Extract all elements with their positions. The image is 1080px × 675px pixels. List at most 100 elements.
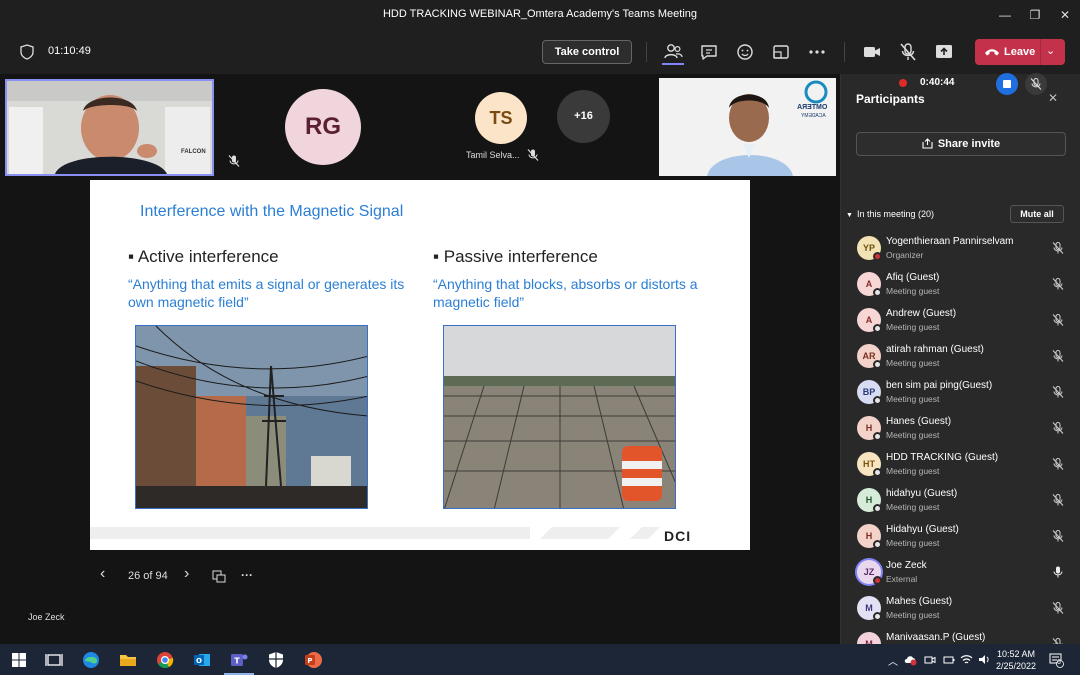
slide-more-icon[interactable]: ··· <box>241 568 253 582</box>
take-control-button[interactable]: Take control <box>542 40 632 64</box>
participant-row[interactable]: BP ben sim pai ping(Guest) Meeting guest <box>840 374 1080 410</box>
more-options-icon[interactable] <box>806 41 828 63</box>
camera-icon[interactable] <box>861 41 883 63</box>
chevron-down-icon[interactable]: ⌄ <box>1046 44 1055 57</box>
mic-off-icon[interactable] <box>1051 421 1065 435</box>
slide-bullet-passive-text: Passive interference <box>443 247 598 266</box>
participant-row[interactable]: YP Yogenthieraan Pannirselvam Organizer <box>840 230 1080 266</box>
windows-start-icon[interactable] <box>8 649 30 671</box>
powerpoint-icon[interactable]: P <box>302 649 324 671</box>
slide-bullet-active: ▪ Active interference <box>128 247 279 266</box>
close-panel-icon[interactable]: ✕ <box>1048 91 1058 105</box>
overflow-participants[interactable]: +16 <box>557 90 610 143</box>
wifi-icon[interactable] <box>960 653 973 666</box>
taskbar-clock[interactable]: 10:52 AM 2/25/2022 <box>996 648 1036 672</box>
battery-icon[interactable] <box>943 654 955 666</box>
participant-role: Meeting guest <box>886 502 940 512</box>
next-slide-icon[interactable]: › <box>184 566 189 582</box>
shield-icon[interactable] <box>20 44 34 60</box>
share-screen-icon[interactable] <box>933 41 955 63</box>
avatar-rg[interactable]: RG <box>285 89 361 165</box>
presence-status-icon <box>873 504 882 513</box>
participant-row[interactable]: AR atirah rahman (Guest) Meeting guest <box>840 338 1080 374</box>
dci-logo: DCI <box>664 528 692 544</box>
avatar-ts[interactable]: TS <box>475 92 527 144</box>
omtera-logo-text: OMTERA <box>797 104 828 111</box>
participant-role: Meeting guest <box>886 286 940 296</box>
mic-off-icon[interactable] <box>1051 493 1065 507</box>
shared-slide: Interference with the Magnetic Signal ▪ … <box>90 180 750 550</box>
mic-off-icon[interactable] <box>1051 637 1065 644</box>
participant-row[interactable]: A Afiq (Guest) Meeting guest <box>840 266 1080 302</box>
mic-off-icon[interactable] <box>1051 529 1065 543</box>
participant-row[interactable]: Hhidahyu (Guest) Meeting guest <box>840 482 1080 518</box>
participant-name: Andrew (Guest) <box>886 308 957 319</box>
mic-off-icon[interactable] <box>1051 241 1065 255</box>
minimize-button[interactable]: — <box>990 4 1020 26</box>
mic-off-icon <box>228 155 240 167</box>
security-shield-icon[interactable] <box>265 649 287 671</box>
mic-on-icon[interactable] <box>1051 565 1065 579</box>
outlook-icon[interactable]: O <box>191 649 213 671</box>
mic-off-icon[interactable] <box>897 41 919 63</box>
slide-photo-power-lines <box>135 325 368 509</box>
mic-off-icon[interactable] <box>1051 601 1065 615</box>
mic-off-icon[interactable] <box>1051 313 1065 327</box>
video-tile-presenter[interactable]: FALCON <box>5 79 214 176</box>
participant-role: Organizer <box>886 250 924 260</box>
previous-slide-icon[interactable]: ‹ <box>100 566 105 582</box>
participant-role: Meeting guest <box>886 394 940 404</box>
participant-row[interactable]: JZ Joe Zeck External <box>840 554 1080 590</box>
teams-icon[interactable]: T <box>228 649 250 671</box>
omtera-logo-subtext: ACADEMY <box>801 113 826 119</box>
chat-icon[interactable] <box>698 41 720 63</box>
mic-off-icon[interactable] <box>1051 277 1065 291</box>
mic-off-icon[interactable] <box>1051 457 1065 471</box>
participant-row[interactable]: HT HDD TRACKING (Guest) Meeting guest <box>840 446 1080 482</box>
file-explorer-icon[interactable] <box>117 649 139 671</box>
participant-name-ts: Tamil Selva... <box>466 150 520 160</box>
windows-taskbar: O T P ︿ 10:52 AM 2/25/2022 6 <box>0 644 1080 675</box>
slide-thumbnails-icon[interactable] <box>212 570 226 583</box>
notifications-icon[interactable] <box>1048 652 1064 668</box>
recording-mic-button[interactable] <box>1025 73 1047 95</box>
share-invite-button[interactable]: Share invite <box>856 132 1066 156</box>
participant-role: Meeting guest <box>886 430 940 440</box>
participant-row[interactable]: H Hanes (Guest) Meeting guest <box>840 410 1080 446</box>
people-icon[interactable] <box>662 41 684 63</box>
stop-recording-button[interactable] <box>996 73 1018 95</box>
in-meeting-label: In this meeting (20) <box>856 209 934 219</box>
mic-off-icon <box>1030 78 1042 90</box>
rooms-icon[interactable] <box>770 41 792 63</box>
mic-off-icon[interactable] <box>1051 385 1065 399</box>
slide-bullet-passive: ▪ Passive interference <box>433 247 598 266</box>
slide-photo-rebar <box>443 325 676 509</box>
mic-off-icon[interactable] <box>1051 349 1065 363</box>
people-active-indicator <box>662 63 684 65</box>
participant-row[interactable]: M Mahes (Guest) Meeting guest <box>840 590 1080 626</box>
task-view-icon[interactable] <box>43 649 65 671</box>
mute-all-button[interactable]: Mute all <box>1010 205 1064 223</box>
presence-status-icon <box>873 324 882 333</box>
presence-status-icon <box>873 540 882 549</box>
omtera-video-icon <box>659 78 836 176</box>
meet-now-icon[interactable] <box>924 654 936 666</box>
in-meeting-header[interactable]: ▼ In this meeting (20) <box>846 209 934 219</box>
close-button[interactable]: ✕ <box>1050 4 1080 26</box>
leave-button[interactable]: Leave ⌄ <box>975 39 1065 65</box>
participant-row[interactable]: MManivaasan.P (Guest)Meeting guest <box>840 626 1080 644</box>
participant-row[interactable]: H Hidahyu (Guest) Meeting guest <box>840 518 1080 554</box>
participant-name: Joe Zeck <box>886 560 927 571</box>
cloud-alert-icon[interactable] <box>904 654 917 666</box>
toolbar-divider <box>646 42 647 62</box>
participant-row[interactable]: A Andrew (Guest) Meeting guest <box>840 302 1080 338</box>
presence-status-icon <box>873 468 882 477</box>
volume-icon[interactable] <box>978 653 991 666</box>
tray-overflow-icon[interactable]: ︿ <box>888 653 898 668</box>
video-tile-omtera[interactable]: OMTERA ACADEMY <box>659 78 836 176</box>
maximize-button[interactable]: ❐ <box>1020 4 1050 26</box>
edge-browser-icon[interactable] <box>80 649 102 671</box>
chrome-icon[interactable] <box>154 649 176 671</box>
presence-status-icon <box>873 360 882 369</box>
reactions-icon[interactable] <box>734 41 756 63</box>
